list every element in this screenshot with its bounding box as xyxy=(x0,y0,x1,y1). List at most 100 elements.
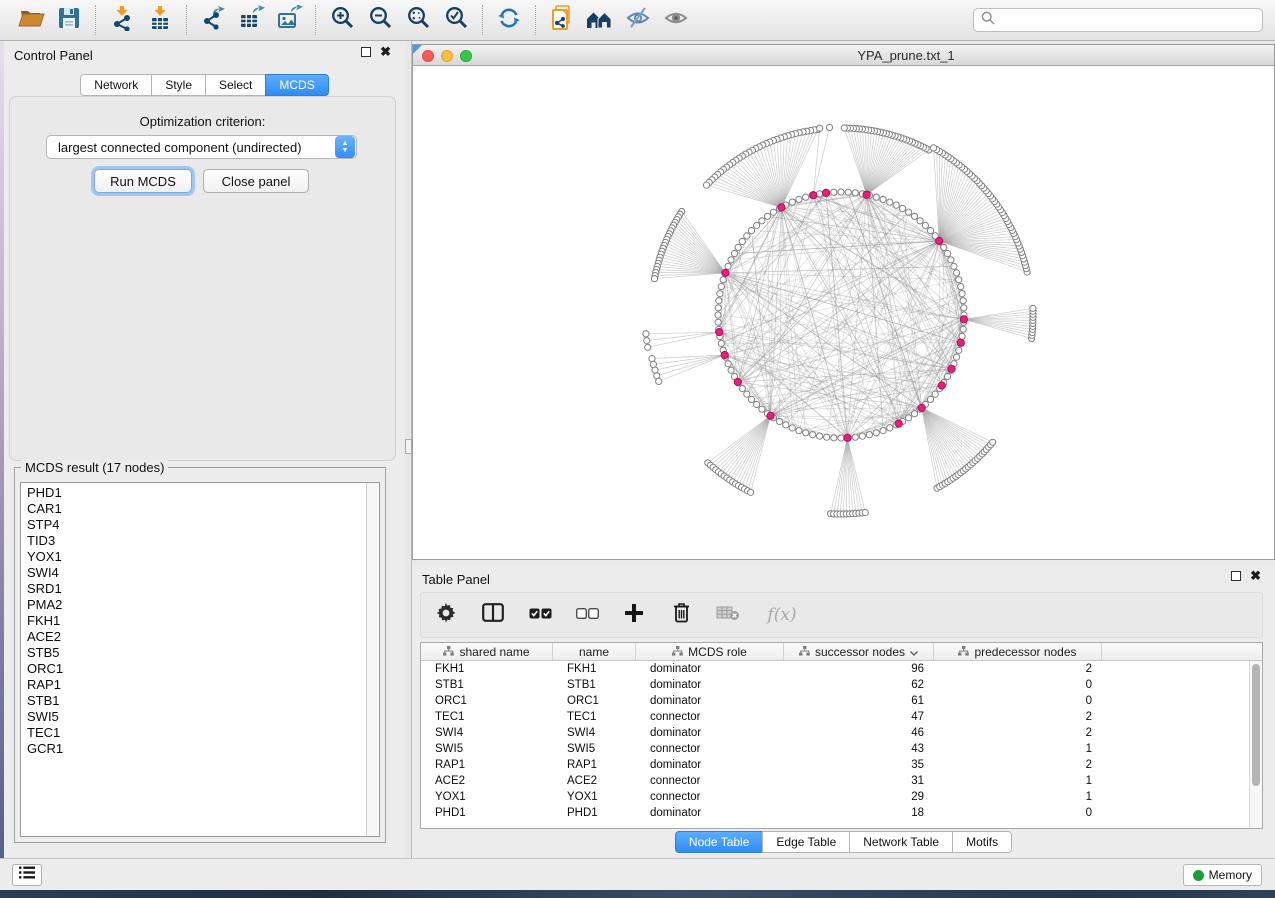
table-row[interactable]: ORC1ORC1dominator610 xyxy=(421,693,1262,709)
panel-divider[interactable] xyxy=(405,41,412,858)
network-node[interactable] xyxy=(956,347,962,353)
mcds-node[interactable] xyxy=(957,339,964,346)
mcds-node[interactable] xyxy=(721,351,728,358)
open-session-button[interactable] xyxy=(12,3,50,37)
tab-select[interactable]: Select xyxy=(205,74,266,96)
network-node[interactable] xyxy=(831,189,837,195)
list-item[interactable]: STB1 xyxy=(21,693,366,709)
network-node[interactable] xyxy=(961,305,967,311)
mcds-node[interactable] xyxy=(936,237,943,244)
network-node[interactable] xyxy=(852,434,858,440)
network-node[interactable] xyxy=(744,233,750,239)
network-node[interactable] xyxy=(927,396,933,402)
network-node[interactable] xyxy=(873,430,879,436)
show-columns-button[interactable] xyxy=(480,602,506,628)
network-node[interactable] xyxy=(831,435,837,441)
table-row[interactable]: PHD1PHD1dominator180 xyxy=(421,805,1262,821)
network-node[interactable] xyxy=(776,418,782,424)
list-item[interactable]: FKH1 xyxy=(21,613,366,629)
table-row[interactable]: TEC1TEC1connector472 xyxy=(421,709,1262,725)
network-node[interactable] xyxy=(735,244,741,250)
network-node[interactable] xyxy=(725,361,731,367)
network-node[interactable] xyxy=(718,340,724,346)
mcds-node[interactable] xyxy=(767,412,774,419)
network-node[interactable] xyxy=(739,238,745,244)
network-node[interactable] xyxy=(893,202,899,208)
network-node[interactable] xyxy=(990,439,996,445)
network-node[interactable] xyxy=(859,433,865,439)
network-node[interactable] xyxy=(817,191,823,197)
column-header-predecessor-nodes[interactable]: predecessor nodes xyxy=(934,643,1102,660)
column-header-name[interactable]: name xyxy=(553,643,636,660)
list-item[interactable]: STP4 xyxy=(21,517,366,533)
network-canvas[interactable] xyxy=(413,66,1274,559)
memory-button[interactable]: Memory xyxy=(1183,864,1262,886)
window-close-icon[interactable] xyxy=(422,50,434,62)
apply-layout-button[interactable] xyxy=(490,3,528,37)
save-session-button[interactable] xyxy=(50,3,88,37)
network-node[interactable] xyxy=(651,276,657,282)
network-node[interactable] xyxy=(838,189,844,195)
close-panel-button[interactable]: Close panel xyxy=(203,169,309,193)
network-node[interactable] xyxy=(748,228,754,234)
network-node[interactable] xyxy=(744,391,750,397)
tab-network-table[interactable]: Network Table xyxy=(849,831,953,853)
network-node[interactable] xyxy=(922,222,928,228)
export-network-button[interactable] xyxy=(194,3,232,37)
network-node[interactable] xyxy=(841,125,847,131)
network-node[interactable] xyxy=(796,428,802,434)
network-node[interactable] xyxy=(717,291,723,297)
export-image-button[interactable] xyxy=(270,3,308,37)
network-node[interactable] xyxy=(887,425,893,431)
network-node[interactable] xyxy=(817,125,823,131)
mcds-node[interactable] xyxy=(734,378,741,385)
close-panel-icon[interactable]: ✖ xyxy=(1250,571,1261,581)
network-node[interactable] xyxy=(899,205,905,211)
mcds-node[interactable] xyxy=(895,420,902,427)
network-node[interactable] xyxy=(959,291,965,297)
window-maximize-icon[interactable] xyxy=(460,50,472,62)
network-node[interactable] xyxy=(718,284,724,290)
network-node[interactable] xyxy=(948,257,954,263)
network-node[interactable] xyxy=(906,209,912,215)
clone-network-button[interactable] xyxy=(543,3,581,37)
hide-graphics-details-button[interactable] xyxy=(619,3,657,37)
table-scrollbar[interactable] xyxy=(1249,661,1262,828)
network-node[interactable] xyxy=(739,385,745,391)
network-node[interactable] xyxy=(810,432,816,438)
tab-node-table[interactable]: Node Table xyxy=(675,831,764,853)
network-node[interactable] xyxy=(643,331,649,337)
network-node[interactable] xyxy=(731,250,737,256)
network-node[interactable] xyxy=(954,270,960,276)
network-node[interactable] xyxy=(644,338,650,344)
mcds-node[interactable] xyxy=(822,189,829,196)
network-node[interactable] xyxy=(754,401,760,407)
tab-style[interactable]: Style xyxy=(151,74,206,96)
zoom-selected-button[interactable] xyxy=(437,3,475,37)
network-node[interactable] xyxy=(748,396,754,402)
network-node[interactable] xyxy=(770,209,776,215)
network-node[interactable] xyxy=(764,213,770,219)
network-node[interactable] xyxy=(932,391,938,397)
add-column-button[interactable] xyxy=(621,602,647,628)
network-node[interactable] xyxy=(789,199,795,205)
network-node[interactable] xyxy=(656,378,662,384)
network-node[interactable] xyxy=(959,333,965,339)
run-mcds-button[interactable]: Run MCDS xyxy=(94,169,192,193)
network-node[interactable] xyxy=(645,344,651,350)
mcds-node[interactable] xyxy=(810,192,817,199)
divider-grip[interactable] xyxy=(405,439,412,454)
list-item[interactable]: SWI4 xyxy=(21,565,366,581)
mcds-node[interactable] xyxy=(716,329,723,336)
select-all-button[interactable] xyxy=(527,602,553,628)
mcds-node[interactable] xyxy=(844,434,851,441)
tab-motifs[interactable]: Motifs xyxy=(952,831,1012,853)
network-node[interactable] xyxy=(715,319,721,325)
table-row[interactable]: STB1STB1dominator620 xyxy=(421,677,1262,693)
table-row[interactable]: YOX1YOX1connector291 xyxy=(421,789,1262,805)
export-table-button[interactable] xyxy=(232,3,270,37)
list-item[interactable]: ACE2 xyxy=(21,629,366,645)
network-node[interactable] xyxy=(931,145,937,151)
list-item[interactable]: ORC1 xyxy=(21,661,366,677)
table-row[interactable]: ACE2ACE2connector311 xyxy=(421,773,1262,789)
